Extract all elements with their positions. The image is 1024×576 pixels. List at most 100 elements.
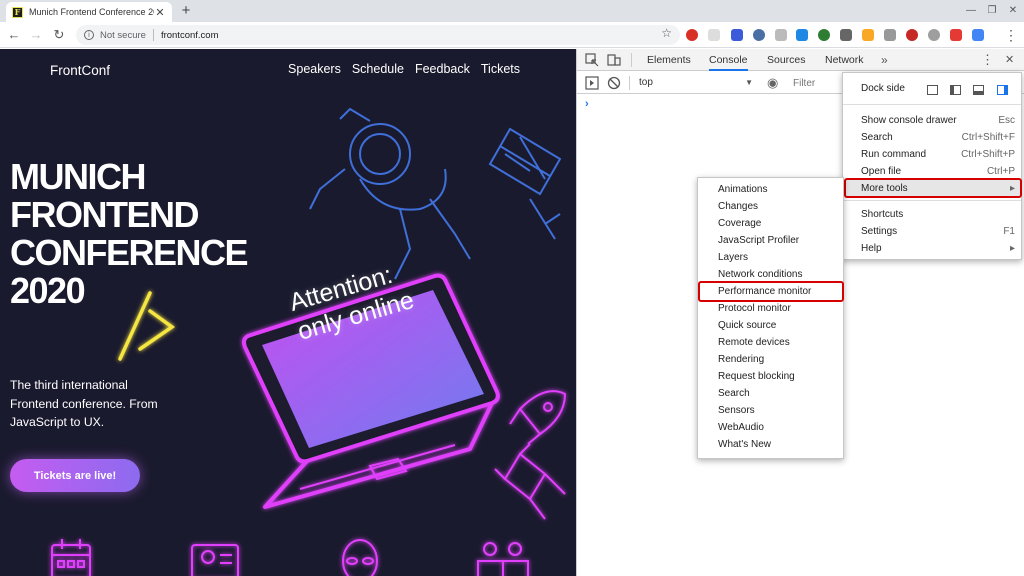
submenu-item-quick-source[interactable]: Quick source: [698, 317, 843, 334]
devtools-menu-icon[interactable]: ⋮: [981, 49, 994, 71]
tab-console[interactable]: Console: [709, 49, 748, 71]
menu-item-help[interactable]: Help ▸: [843, 240, 1021, 257]
context-select[interactable]: top ▼: [635, 75, 755, 91]
extension-icon[interactable]: [818, 29, 830, 41]
hero-title-line: 2020: [10, 270, 86, 311]
tab-network[interactable]: Network: [825, 49, 864, 71]
extension-icon[interactable]: [928, 29, 940, 41]
menu-item-search[interactable]: Search Ctrl+Shift+F: [843, 129, 1021, 146]
submenu-item-rendering[interactable]: Rendering: [698, 351, 843, 368]
dock-right-icon[interactable]: [997, 85, 1008, 95]
extension-icon[interactable]: [840, 29, 852, 41]
tab-elements[interactable]: Elements: [647, 49, 691, 71]
site-logo[interactable]: FrontConf: [50, 63, 110, 78]
tab-sources[interactable]: Sources: [767, 49, 806, 71]
submenu-item-protocol-monitor[interactable]: Protocol monitor: [698, 300, 843, 317]
restore-icon[interactable]: ❐: [983, 2, 1001, 20]
back-icon[interactable]: ←: [5, 26, 23, 44]
extension-icon[interactable]: [775, 29, 787, 41]
console-filter-input[interactable]: [793, 75, 843, 91]
extension-icon[interactable]: [950, 29, 962, 41]
nav-speakers[interactable]: Speakers: [288, 62, 341, 76]
menu-item-label: Open file: [861, 166, 902, 177]
menu-item-shortcut: Esc: [998, 115, 1015, 126]
menu-item-settings[interactable]: Settings F1: [843, 223, 1021, 240]
undock-icon[interactable]: [927, 85, 938, 95]
hero-subtitle: The third international Frontend confere…: [10, 378, 158, 429]
console-prompt-icon[interactable]: ›: [585, 98, 589, 110]
menu-item-shortcuts[interactable]: Shortcuts: [843, 206, 1021, 223]
extension-icon[interactable]: [708, 29, 720, 41]
device-toolbar-icon[interactable]: [607, 53, 621, 67]
security-indicator: Not secure: [100, 29, 146, 41]
more-tabs-icon[interactable]: »: [881, 49, 888, 71]
tab-strip: F Munich Frontend Conference 20… ✕ + — ❐…: [0, 0, 1024, 22]
hero-title-line: MUNICH: [10, 156, 146, 197]
submenu-item-whats-new[interactable]: What's New: [698, 436, 843, 453]
menu-item-label: Run command: [861, 149, 927, 160]
tab-title: Munich Frontend Conference 20…: [29, 7, 154, 17]
dock-side-label: Dock side: [861, 83, 905, 94]
tab-close-icon[interactable]: ✕: [154, 6, 166, 19]
url-text: frontconf.com: [160, 29, 219, 41]
submenu-item-layers[interactable]: Layers: [698, 249, 843, 266]
extension-icon[interactable]: [906, 29, 918, 41]
inspect-element-icon[interactable]: [585, 53, 599, 67]
info-icon[interactable]: i: [84, 30, 94, 40]
extension-icon[interactable]: [796, 29, 808, 41]
submenu-item-request-blocking[interactable]: Request blocking: [698, 368, 843, 385]
site-nav: Speakers Schedule Feedback Tickets: [288, 62, 520, 76]
submenu-item-coverage[interactable]: Coverage: [698, 215, 843, 232]
extension-icon[interactable]: [972, 29, 984, 41]
bookmark-star-icon[interactable]: ☆: [661, 26, 672, 40]
submenu-item-webaudio[interactable]: WebAudio: [698, 419, 843, 436]
devtools-main-menu: Dock side Show console drawer Esc Search…: [842, 72, 1022, 260]
dropdown-arrow-icon: ▼: [745, 78, 753, 87]
extension-icon[interactable]: [686, 29, 698, 41]
nav-feedback[interactable]: Feedback: [415, 62, 470, 76]
sidebar-toggle-icon[interactable]: [585, 76, 599, 90]
clear-console-icon[interactable]: [607, 76, 621, 90]
menu-item-label: Show console drawer: [861, 115, 957, 126]
browser-tab[interactable]: F Munich Frontend Conference 20… ✕: [6, 2, 172, 22]
more-tools-submenu: Animations Changes Coverage JavaScript P…: [697, 177, 844, 459]
live-expression-eye-icon[interactable]: ◉: [767, 75, 778, 91]
submenu-item-changes[interactable]: Changes: [698, 198, 843, 215]
devtools-close-icon[interactable]: ✕: [1005, 49, 1014, 71]
menu-item-show-console-drawer[interactable]: Show console drawer Esc: [843, 112, 1021, 129]
webpage: FrontConf Speakers Schedule Feedback Tic…: [0, 49, 576, 576]
menu-item-shortcut: Ctrl+Shift+P: [961, 149, 1015, 160]
submenu-item-animations[interactable]: Animations: [698, 181, 843, 198]
submenu-item-remote-devices[interactable]: Remote devices: [698, 334, 843, 351]
new-tab-button[interactable]: +: [178, 1, 194, 21]
forward-icon[interactable]: →: [27, 26, 45, 44]
menu-separator: [843, 104, 1021, 105]
toolbar-divider: [629, 76, 630, 90]
nav-tickets[interactable]: Tickets: [481, 62, 520, 76]
submenu-item-javascript-profiler[interactable]: JavaScript Profiler: [698, 232, 843, 249]
toolbar-divider: [631, 53, 632, 67]
satellite-icon: [488, 127, 562, 240]
extension-icon[interactable]: [731, 29, 743, 41]
more-tools-highlight: [844, 178, 1022, 198]
performance-monitor-highlight: [698, 281, 844, 302]
window-close-icon[interactable]: ✕: [1004, 2, 1022, 20]
submenu-item-search[interactable]: Search: [698, 385, 843, 402]
chrome-menu-icon[interactable]: ⋮: [1004, 26, 1018, 44]
reload-icon[interactable]: ↻: [50, 26, 68, 44]
dock-bottom-icon[interactable]: [973, 85, 984, 95]
context-value: top: [639, 77, 653, 88]
extension-icon[interactable]: [753, 29, 765, 41]
tickets-button[interactable]: Tickets are live!: [10, 459, 140, 492]
extension-icon[interactable]: [884, 29, 896, 41]
devtools-tabbar: Elements Console Sources Network » ⋮ ✕: [577, 49, 1024, 71]
menu-item-run-command[interactable]: Run command Ctrl+Shift+P: [843, 146, 1021, 163]
nav-schedule[interactable]: Schedule: [352, 62, 404, 76]
address-bar[interactable]: i Not secure frontconf.com ☆: [76, 25, 680, 45]
menu-item-shortcut: F1: [1003, 226, 1015, 237]
extension-icon[interactable]: [862, 29, 874, 41]
speaker-badge-icon: [191, 544, 239, 576]
submenu-item-sensors[interactable]: Sensors: [698, 402, 843, 419]
dock-left-icon[interactable]: [950, 85, 961, 95]
minimize-icon[interactable]: —: [962, 2, 980, 20]
